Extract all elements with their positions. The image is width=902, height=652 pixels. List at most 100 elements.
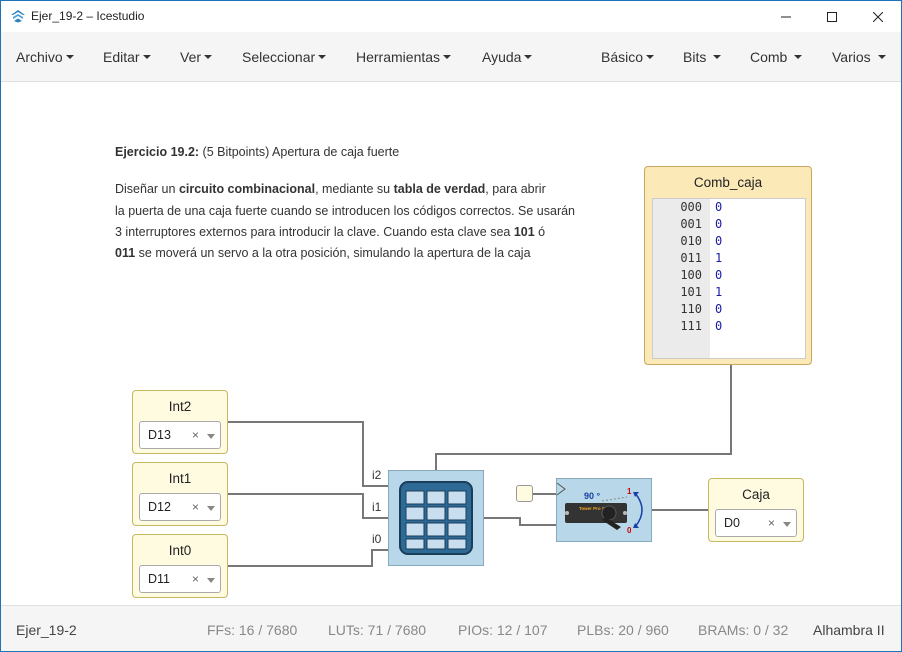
wire-int0 <box>227 549 388 567</box>
description-line-2: la puerta de una caja fuerte cuando se i… <box>115 204 576 218</box>
table-key: 001 <box>680 217 702 231</box>
table-key: 010 <box>680 234 702 248</box>
title-bar: Ejer_19-2 – Icestudio <box>1 1 901 32</box>
wire-int1 <box>227 493 388 519</box>
status-filename: Ejer_19-2 <box>16 622 77 638</box>
chevron-down-icon <box>318 55 327 59</box>
clear-icon[interactable]: × <box>192 572 199 586</box>
menu-seleccionar[interactable]: Seleccionar <box>242 49 327 65</box>
pin-select[interactable]: D12 × <box>139 493 221 521</box>
pin-select[interactable]: D0 × <box>715 509 797 537</box>
menu-basico[interactable]: Básico <box>601 49 655 65</box>
description-line-1: Diseñar un circuito combinacional, media… <box>115 182 546 196</box>
table-key: 100 <box>680 268 702 282</box>
truth-table-editor[interactable]: 000 0 001 0 010 0 011 1 100 0 101 1 110 … <box>652 198 806 359</box>
chevron-down-icon <box>794 55 803 59</box>
output-title: Caja <box>742 487 770 502</box>
port-label-i0: i0 <box>372 532 382 546</box>
status-pios: PIOs: 12 / 107 <box>458 622 548 638</box>
output-block-caja[interactable]: Caja D0 × <box>708 478 804 542</box>
pin-value: D13 <box>148 428 171 442</box>
menu-comb[interactable]: Comb <box>750 49 803 65</box>
input-title: Int1 <box>168 471 192 486</box>
menu-bits[interactable]: Bits <box>683 49 722 65</box>
clear-icon[interactable]: × <box>768 516 775 530</box>
status-luts: LUTs: 71 / 7680 <box>328 622 427 638</box>
constant-input[interactable] <box>516 485 533 502</box>
status-plbs: PLBs: 20 / 960 <box>577 622 669 638</box>
window-title: Ejer_19-2 – Icestudio <box>31 9 145 23</box>
servo-icon: 90 ° 1 0 Tower Pro SG90 <box>556 482 643 535</box>
minimize-icon <box>781 16 791 17</box>
wire-lut-servo <box>484 517 556 526</box>
menu-ayuda[interactable]: Ayuda <box>482 49 533 65</box>
pin-value: D12 <box>148 500 171 514</box>
menu-archivo[interactable]: Archivo <box>16 49 74 65</box>
servo-one-label: 1 <box>627 487 632 496</box>
input-block-int2[interactable]: Int2 D13 × <box>132 390 228 454</box>
description-line-3: 3 interruptores externos para introducir… <box>115 225 546 239</box>
input-block-int0[interactable]: Int0 D11 × <box>132 534 228 598</box>
truth-table-title: Comb_caja <box>693 175 763 190</box>
clear-icon[interactable]: × <box>192 500 199 514</box>
table-key: 011 <box>680 251 702 265</box>
truth-table-block[interactable]: Comb_caja 000 0 001 0 010 0 011 1 100 0 … <box>644 166 812 365</box>
minimize-button[interactable] <box>763 1 809 32</box>
input-title: Int2 <box>168 399 192 414</box>
maximize-button[interactable] <box>809 1 855 32</box>
table-grid-icon <box>399 481 473 555</box>
chevron-down-icon <box>524 55 533 59</box>
table-key: 111 <box>680 319 702 333</box>
app-window: Ejer_19-2 – Icestudio Archivo Editar Ver… <box>0 0 902 652</box>
wire-table <box>435 365 732 470</box>
table-key: 101 <box>680 285 702 299</box>
table-value: 0 <box>715 234 723 248</box>
table-key: 000 <box>680 200 702 214</box>
port-label-i1: i1 <box>372 500 382 514</box>
chevron-down-icon <box>65 55 74 59</box>
pin-select[interactable]: D11 × <box>139 565 221 593</box>
close-icon <box>873 11 883 22</box>
table-key: 110 <box>680 302 702 316</box>
status-ffs: FFs: 16 / 7680 <box>207 622 298 638</box>
menu-varios[interactable]: Varios <box>832 49 886 65</box>
table-value: 0 <box>715 217 723 231</box>
description-line-4: 011 se moverá un servo a la otra posició… <box>115 246 531 260</box>
menu-ver[interactable]: Ver <box>180 49 213 65</box>
pin-value: D11 <box>148 572 171 586</box>
servo-angle-label: 90 ° <box>584 491 601 501</box>
comb-table-module[interactable] <box>388 470 484 566</box>
servo-zero-label: 0 <box>627 526 632 535</box>
table-value: 0 <box>715 200 723 214</box>
dropdown-arrow-icon[interactable] <box>207 578 215 583</box>
chevron-down-icon <box>443 55 452 59</box>
chevron-down-icon <box>646 55 655 59</box>
chevron-down-icon <box>142 55 151 59</box>
table-value: 0 <box>715 268 723 282</box>
dropdown-arrow-icon[interactable] <box>783 522 791 527</box>
icestudio-logo-icon <box>11 10 25 23</box>
status-bar: Ejer_19-2 FFs: 16 / 7680 LUTs: 71 / 7680… <box>1 605 901 651</box>
status-board[interactable]: Alhambra II <box>813 622 885 638</box>
pin-value: D0 <box>724 516 740 530</box>
pin-select[interactable]: D13 × <box>139 421 221 449</box>
table-value: 1 <box>715 251 723 265</box>
wire-int2 <box>227 421 388 487</box>
port-label-i2: i2 <box>372 468 382 482</box>
maximize-icon <box>827 11 837 22</box>
input-block-int1[interactable]: Int1 D12 × <box>132 462 228 526</box>
chevron-down-icon <box>713 55 722 59</box>
menu-bar: Archivo Editar Ver Seleccionar Herramien… <box>1 32 901 82</box>
status-brams: BRAMs: 0 / 32 <box>698 622 789 638</box>
servo-module[interactable]: 90 ° 1 0 Tower Pro SG90 <box>556 478 652 542</box>
menu-editar[interactable]: Editar <box>103 49 151 65</box>
chevron-down-icon <box>204 55 213 59</box>
clear-icon[interactable]: × <box>192 428 199 442</box>
table-value: 0 <box>715 302 723 316</box>
exercise-title: Ejercicio 19.2: (5 Bitpoints) Apertura d… <box>115 145 400 159</box>
dropdown-arrow-icon[interactable] <box>207 434 215 439</box>
dropdown-arrow-icon[interactable] <box>207 506 215 511</box>
close-button[interactable] <box>855 1 901 32</box>
menu-herramientas[interactable]: Herramientas <box>356 49 452 65</box>
design-canvas[interactable]: Ejercicio 19.2: (5 Bitpoints) Apertura d… <box>1 82 901 605</box>
